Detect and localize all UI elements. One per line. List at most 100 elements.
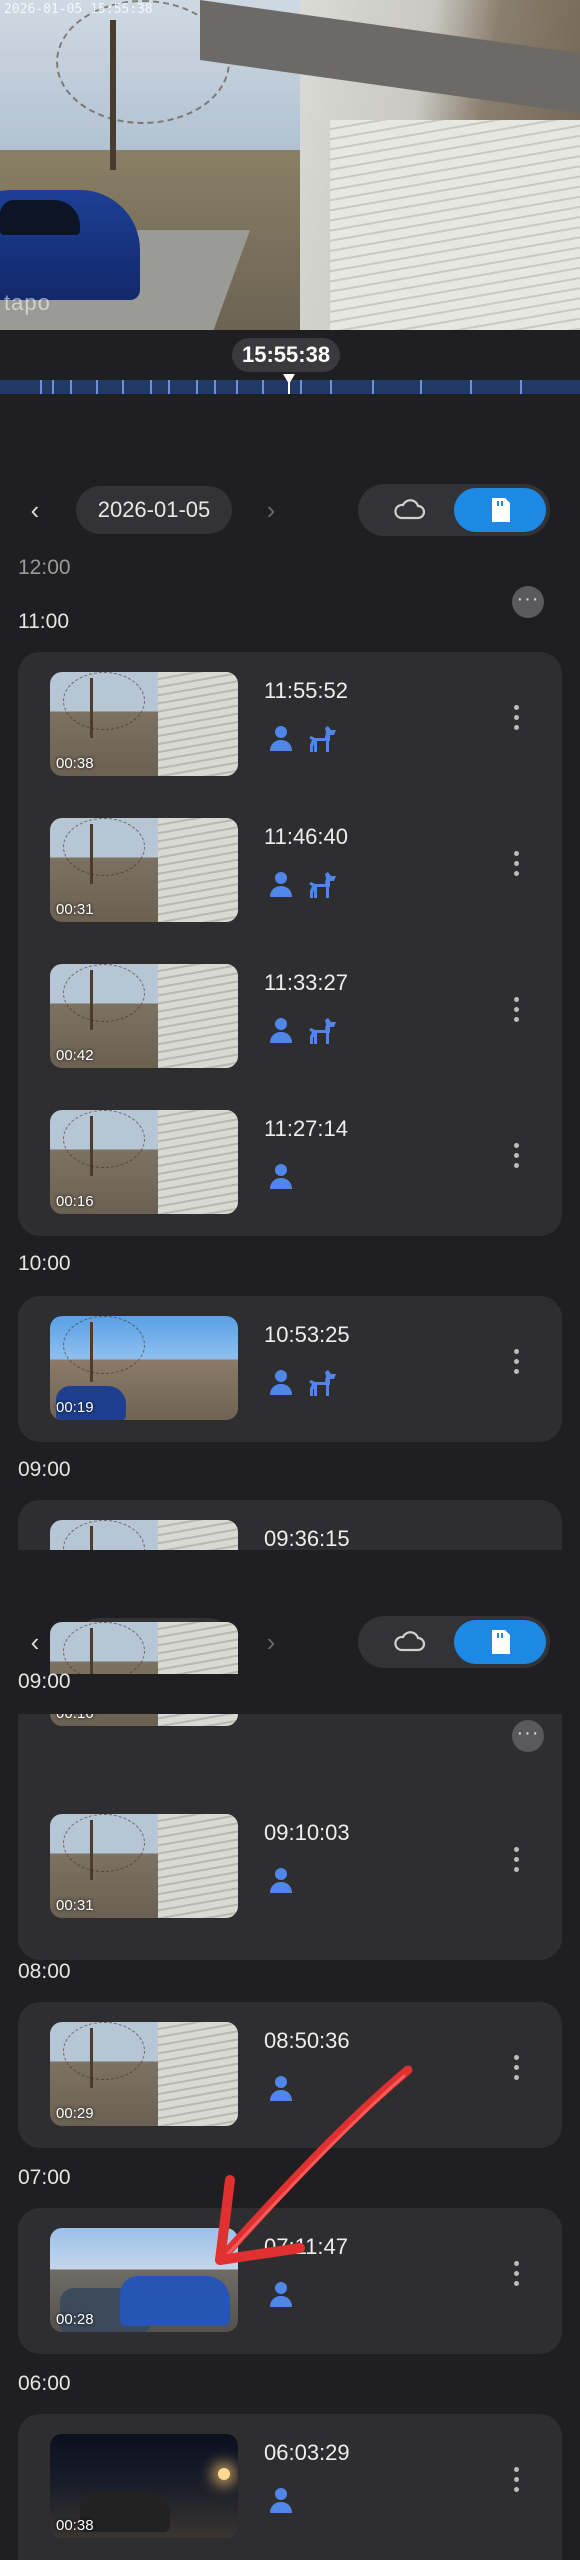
event-time: 08:50:36	[264, 2028, 350, 2053]
event-card-group: 00:38 11:55:52 00:31 11:46:40 00:42 11:3…	[18, 652, 562, 1236]
person-icon	[270, 872, 292, 897]
hour-header-partial: 12:00	[18, 556, 71, 579]
event-row[interactable]: 09:36:15	[18, 1500, 562, 1550]
playhead-marker[interactable]	[283, 374, 295, 394]
sd-card-button[interactable]	[454, 488, 546, 532]
event-menu-icon[interactable]	[504, 2050, 528, 2090]
hour-header: 09:00	[18, 1458, 71, 1481]
hour-header-mask	[0, 1674, 580, 1714]
person-icon	[270, 1018, 292, 1043]
event-row[interactable]: 00:31 09:10:03	[18, 1794, 562, 1940]
sd-card-icon	[492, 498, 510, 522]
live-camera-view[interactable]: 2026-01-05 15:55:38 tapo	[0, 0, 580, 330]
event-thumbnail[interactable]: 00:42	[50, 964, 238, 1068]
person-icon	[270, 2076, 292, 2101]
clip-duration: 00:38	[56, 755, 94, 772]
cloud-icon	[394, 499, 426, 520]
person-icon	[270, 1164, 292, 1189]
event-time: 09:10:03	[264, 1820, 350, 1845]
clip-duration: 00:19	[56, 1399, 94, 1416]
pet-icon	[309, 726, 336, 752]
event-time: 11:55:52	[264, 678, 349, 703]
event-thumbnail[interactable]: 00:29	[50, 2022, 238, 2126]
event-time: 11:33:27	[264, 970, 349, 995]
pet-icon	[309, 1018, 336, 1044]
event-menu-icon[interactable]	[504, 992, 528, 1032]
event-row[interactable]: 00:19 10:53:25	[18, 1296, 562, 1442]
event-row[interactable]: 00:16 11:27:14	[18, 1090, 562, 1236]
chevron-left-icon[interactable]: ‹	[20, 492, 50, 528]
detection-tags	[268, 870, 348, 900]
detection-tags	[268, 2486, 304, 2516]
clip-duration: 00:42	[56, 1047, 94, 1064]
parked-car	[0, 190, 140, 300]
hour-header: 06:00	[18, 2372, 71, 2395]
event-row[interactable]: 00:42 11:33:27	[18, 944, 562, 1090]
pet-icon	[309, 1370, 336, 1396]
hour-header: 09:00	[18, 1670, 71, 1693]
clip-duration: 00:16	[56, 1193, 94, 1210]
event-thumbnail[interactable]: 00:16	[50, 1110, 238, 1214]
event-menu-icon[interactable]	[504, 700, 528, 740]
person-icon	[270, 2282, 292, 2307]
event-menu-icon[interactable]	[504, 846, 528, 886]
person-icon	[270, 1868, 292, 1893]
event-menu-icon[interactable]	[504, 2256, 528, 2296]
osd-timestamp: 2026-01-05 15:55:38	[4, 2, 153, 17]
event-thumbnail[interactable]	[50, 1520, 238, 1550]
hour-header: 10:00	[18, 1252, 71, 1275]
hour-header: 11:00	[18, 610, 69, 633]
event-row[interactable]: 00:28 07:11:47	[18, 2208, 562, 2354]
date-selector[interactable]: 2026-01-05	[76, 486, 232, 534]
clip-duration: 00:31	[56, 901, 94, 918]
event-menu-icon[interactable]	[504, 1344, 528, 1384]
more-options-icon[interactable]: ···	[512, 586, 544, 618]
event-time: 10:53:25	[264, 1322, 350, 1347]
house-siding	[330, 120, 580, 330]
event-row[interactable]: 00:38 11:55:52	[18, 652, 562, 798]
event-menu-icon[interactable]	[504, 1842, 528, 1882]
event-time: 09:36:15	[264, 1526, 350, 1550]
list-fade	[0, 1550, 580, 1590]
person-icon	[270, 2488, 292, 2513]
event-thumbnail[interactable]: 00:28	[50, 2228, 238, 2332]
event-time: 07:11:47	[264, 2234, 349, 2259]
event-card-group: 00:19 10:53:25	[18, 1296, 562, 1442]
person-icon	[270, 726, 292, 751]
event-thumbnail[interactable]: 00:38	[50, 2434, 238, 2538]
storage-toggle[interactable]	[358, 484, 550, 536]
event-card-group: 00:38 06:03:29	[18, 2414, 562, 2560]
current-time-label: 15:55:38	[232, 338, 341, 372]
event-row[interactable]: 00:38 06:03:29	[18, 2414, 562, 2560]
event-thumbnail[interactable]: 00:38	[50, 672, 238, 776]
detection-tags	[268, 1368, 348, 1398]
event-thumbnail[interactable]: 00:31	[50, 818, 238, 922]
person-icon	[270, 1370, 292, 1395]
hour-header: 07:00	[18, 2166, 71, 2189]
tree	[56, 0, 230, 170]
event-thumbnail[interactable]: 00:19	[50, 1316, 238, 1420]
detection-tags	[268, 1162, 304, 1192]
detection-tags	[268, 2280, 304, 2310]
event-menu-icon[interactable]	[504, 1138, 528, 1178]
event-row[interactable]: 00:31 11:46:40	[18, 798, 562, 944]
clip-duration: 00:29	[56, 2105, 94, 2122]
pet-icon	[309, 872, 336, 898]
cloud-storage-button[interactable]	[362, 488, 454, 532]
detection-tags	[268, 1016, 348, 1046]
clip-duration: 00:31	[56, 1897, 94, 1914]
event-menu-icon[interactable]	[504, 2462, 528, 2502]
chevron-right-icon[interactable]: ›	[256, 492, 286, 528]
event-time: 11:27:14	[264, 1116, 349, 1141]
event-card-group: 00:29 08:50:36	[18, 2002, 562, 2148]
more-options-icon[interactable]: ···	[512, 1720, 544, 1752]
event-card-group-partial: 09:36:15	[18, 1500, 562, 1550]
event-time: 11:46:40	[264, 824, 349, 849]
event-thumbnail[interactable]: 00:31	[50, 1814, 238, 1918]
timeline-scrubber[interactable]: 15:55:38	[0, 330, 580, 400]
date-header: ‹ 2026-01-05 ›	[0, 478, 580, 542]
clip-duration: 00:38	[56, 2517, 94, 2534]
event-time: 06:03:29	[264, 2440, 350, 2465]
brand-watermark: tapo	[4, 290, 51, 315]
event-row[interactable]: 00:29 08:50:36	[18, 2002, 562, 2148]
